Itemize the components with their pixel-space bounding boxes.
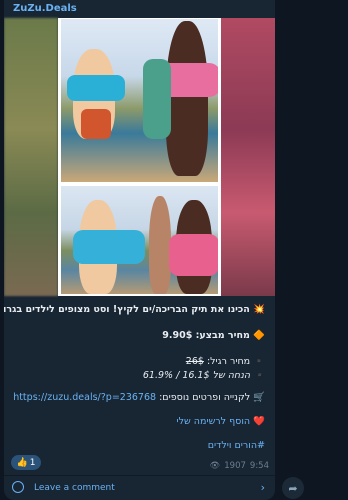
savings-line: ▪️ הנחה של 16.1$ / 61.9% (143, 369, 265, 382)
share-button[interactable]: ➦ (282, 477, 304, 499)
cart-icon: 🛒 (253, 392, 265, 403)
bullet-icon: ▪️ (253, 370, 265, 381)
savings: הנחה של 16.1$ / 61.9% (142, 370, 251, 381)
headline-line: 💥 הכינו את תיק הבריכה/ים לקיץ! וסט מצופי… (4, 303, 265, 316)
buy-line: 🛒 לקנייה ופרטים נוספים: https://zuzu.dea… (13, 391, 265, 404)
buy-link[interactable]: https://zuzu.deals/?p=236768 (13, 392, 156, 403)
photo-bottom (61, 186, 218, 294)
message-bubble: ZuZu.Deals 💥 הכינו את תיק הבריכה/ים לקיץ… (4, 0, 275, 500)
regular-price-line: ▪️ מחיר רגיל: 26$ (186, 355, 265, 368)
sale-price-line: 🔶 מחיר מבצע: 9.90$ (162, 329, 265, 342)
adult-figure (149, 196, 171, 294)
buy-label: לקנייה ופרטים נוספים: (159, 392, 251, 403)
photo-top (61, 19, 218, 182)
float-vest (73, 230, 145, 264)
explosion-icon: 💥 (253, 304, 265, 315)
regular-price-value: 26$ (185, 356, 204, 367)
child-figure (143, 59, 171, 139)
reaction-chip[interactable]: 👍 1 (11, 455, 41, 470)
wishlist-link[interactable]: הוסף לרשימה שלי (177, 416, 251, 427)
heart-icon: ❤️ (253, 416, 265, 427)
image-blur-left (4, 18, 58, 296)
photo-collage (58, 18, 221, 296)
sale-price: מחיר מבצע: 9.90$ (162, 330, 250, 341)
comment-bar[interactable]: Leave a comment › (4, 476, 275, 500)
thumbs-up-icon: 👍 (16, 457, 28, 468)
float-vest (67, 75, 125, 101)
regular-price-label: מחיר רגיל: (206, 356, 251, 367)
view-count: 1907 (224, 461, 246, 471)
leave-comment-label: Leave a comment (34, 483, 115, 493)
hashtag-link[interactable]: #הורים וילדים (208, 439, 265, 452)
child-figure (166, 21, 208, 176)
swim-shorts (81, 109, 111, 139)
headline: הכינו את תיק הבריכה/ים לקיץ! וסט מצופים … (4, 304, 250, 315)
timestamp: 9:54 (249, 461, 269, 471)
wishlist-line: ❤️ הוסף לרשימה שלי (177, 415, 265, 428)
reaction-count: 1 (29, 457, 36, 468)
eye-icon: 👁 (209, 461, 221, 471)
orange-diamond-icon: 🔶 (253, 330, 265, 341)
message-meta: 👁 1907 9:54 (209, 461, 269, 471)
post-image[interactable] (4, 18, 275, 296)
chevron-right-icon: › (260, 481, 265, 494)
bullet-icon: ▪️ (253, 356, 265, 367)
channel-name[interactable]: ZuZu.Deals (13, 3, 77, 14)
forward-icon: ➦ (288, 481, 298, 495)
image-blur-right (221, 18, 275, 296)
float-vest (169, 234, 218, 276)
comment-icon (12, 481, 24, 493)
